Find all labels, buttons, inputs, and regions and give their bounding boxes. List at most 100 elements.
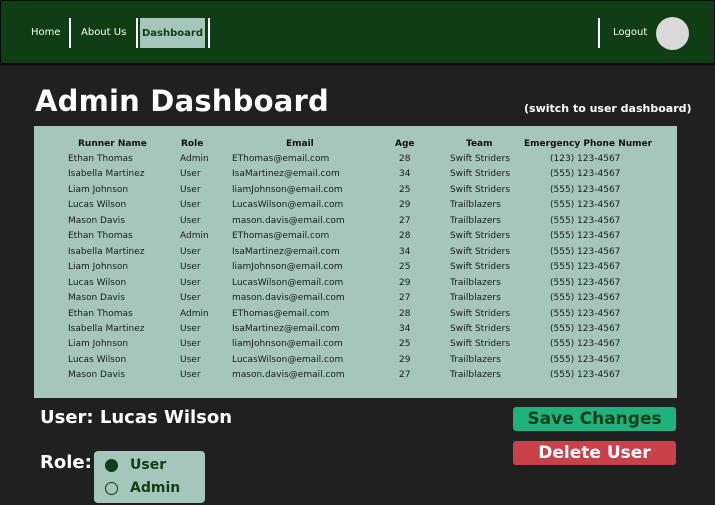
table-row[interactable]: Isabella Martinez User IsaMartinez@email.c… — [34, 322, 677, 337]
table-row[interactable]: Liam Johnson User liamJohnson@email.com 25 S… — [34, 337, 677, 352]
table-row[interactable]: Mason Davis User mason.davis@email.com 27 Tr… — [34, 291, 677, 306]
table-row[interactable]: Liam Johnson User liamJohnson@email.com 25 S… — [34, 260, 677, 275]
cell-name: Ethan Thomas — [68, 308, 133, 319]
cell-role: User — [180, 200, 201, 211]
cell-phone: (555) 123-4567 — [550, 308, 621, 319]
column-header-role[interactable]: Role — [181, 137, 203, 152]
page-title: Admin Dashboard — [35, 84, 329, 118]
cell-name: Liam Johnson — [68, 184, 129, 195]
cell-role: User — [180, 323, 201, 334]
table-header-row: Runner Name Role Email Age Team Emergenc… — [34, 137, 677, 152]
cell-name: Mason Davis — [68, 293, 126, 304]
selected-user-label: User: Lucas Wilson — [40, 407, 233, 428]
column-header-team[interactable]: Team — [466, 137, 493, 152]
nav-divider — [69, 18, 71, 48]
cell-age: 27 — [399, 370, 411, 381]
table-row[interactable]: Ethan Thomas Admin EThomas@email.com 28 Swif… — [34, 307, 677, 322]
logout-link[interactable]: Logout — [613, 1, 647, 63]
cell-phone: (555) 123-4567 — [550, 231, 621, 242]
cell-age: 28 — [399, 308, 411, 319]
cell-name: Mason Davis — [68, 215, 126, 226]
cell-phone: (555) 123-4567 — [550, 200, 621, 211]
cell-email: EThomas@email.com — [232, 231, 330, 242]
table-row[interactable]: Mason Davis User mason.davis@email.com 27 Tr… — [34, 368, 677, 383]
cell-email: LucasWilson@email.com — [232, 200, 344, 211]
cell-team: Trailblazers — [450, 370, 501, 381]
avatar[interactable] — [656, 17, 689, 50]
cell-email: IsaMartinez@email.com — [232, 323, 340, 334]
cell-email: mason.davis@email.com — [232, 370, 345, 381]
cell-name: Lucas Wilson — [68, 200, 127, 211]
cell-email: EThomas@email.com — [232, 308, 330, 319]
table-row[interactable]: Isabella Martinez User IsaMartinez@email.c… — [34, 245, 677, 260]
role-option-admin[interactable]: Admin — [105, 478, 180, 498]
cell-phone: (123) 123-4567 — [550, 154, 621, 164]
radio-admin[interactable] — [105, 481, 118, 495]
table-row[interactable]: Lucas Wilson User LucasWilson@email.com 29 T… — [34, 276, 677, 291]
nav-home-link[interactable]: Home — [31, 1, 61, 63]
save-changes-button[interactable]: Save Changes — [513, 407, 676, 431]
cell-email: LucasWilson@email.com — [232, 354, 344, 365]
cell-age: 34 — [399, 169, 411, 180]
column-header-email[interactable]: Email — [286, 137, 314, 152]
column-header-phone[interactable]: Emergency Phone Numer — [524, 137, 652, 152]
table-row[interactable]: Ethan Thomas Admin EThomas@email.com 28 Swif… — [34, 229, 677, 244]
cell-team: Swift Striders — [450, 184, 511, 195]
cell-email: mason.davis@email.com — [232, 215, 345, 226]
role-option-user[interactable]: User — [105, 455, 166, 475]
nav-dashboard-link[interactable]: Dashboard — [140, 18, 205, 48]
runners-table: Runner Name Role Email Age Team Emergenc… — [34, 126, 677, 398]
role-option-admin-label: Admin — [130, 480, 181, 496]
radio-user[interactable] — [105, 458, 118, 472]
cell-team: Swift Striders — [450, 262, 511, 273]
cell-name: Ethan Thomas — [68, 231, 133, 242]
table-row[interactable]: Mason Davis User mason.davis@email.com 27 Tr… — [34, 214, 677, 229]
table-row[interactable]: Lucas Wilson User LucasWilson@email.com 29 T… — [34, 353, 677, 368]
table-row[interactable]: Lucas Wilson User LucasWilson@email.com 29 T… — [34, 198, 677, 213]
cell-role: User — [180, 215, 201, 226]
cell-role: User — [180, 354, 201, 365]
role-label: Role: — [40, 452, 92, 473]
cell-email: LucasWilson@email.com — [232, 277, 344, 288]
cell-team: Swift Striders — [450, 339, 511, 350]
cell-phone: (555) 123-4567 — [550, 246, 621, 257]
column-header-name[interactable]: Runner Name — [78, 137, 147, 152]
cell-name: Isabella Martinez — [68, 323, 145, 334]
cell-phone: (555) 123-4567 — [550, 277, 621, 288]
cell-name: Liam Johnson — [68, 339, 129, 350]
cell-role: Admin — [180, 308, 209, 319]
role-radio-group: User Admin — [94, 451, 205, 503]
cell-age: 28 — [399, 154, 411, 164]
cell-team: Trailblazers — [450, 200, 501, 211]
cell-team: Trailblazers — [450, 277, 501, 288]
cell-team: Swift Striders — [450, 323, 511, 334]
cell-name: Liam Johnson — [68, 262, 129, 273]
column-header-age[interactable]: Age — [395, 137, 415, 152]
cell-email: liamJohnson@email.com — [232, 184, 343, 195]
cell-age: 25 — [399, 339, 411, 350]
cell-name: Mason Davis — [68, 370, 126, 381]
cell-name: Isabella Martinez — [68, 246, 145, 257]
top-navbar: Home About Us Dashboard Logout — [0, 0, 715, 64]
nav-divider — [136, 18, 138, 48]
cell-phone: (555) 123-4567 — [550, 184, 621, 195]
cell-age: 29 — [399, 354, 411, 365]
table-row[interactable]: Isabella Martinez User IsaMartinez@email.c… — [34, 167, 677, 182]
delete-user-button[interactable]: Delete User — [513, 441, 676, 465]
switch-dashboard-link[interactable]: (switch to user dashboard) — [524, 102, 692, 115]
cell-team: Swift Striders — [450, 308, 511, 319]
cell-name: Lucas Wilson — [68, 354, 127, 365]
cell-email: EThomas@email.com — [232, 154, 330, 164]
cell-role: User — [180, 262, 201, 273]
nav-about-link[interactable]: About Us — [81, 1, 126, 63]
table-row[interactable]: Liam Johnson User liamJohnson@email.com 25 S… — [34, 183, 677, 198]
cell-phone: (555) 123-4567 — [550, 169, 621, 180]
cell-phone: (555) 123-4567 — [550, 293, 621, 304]
table-row[interactable]: Ethan Thomas Admin EThomas@email.com 28 Swif… — [34, 152, 677, 167]
cell-phone: (555) 123-4567 — [550, 370, 621, 381]
cell-age: 29 — [399, 200, 411, 211]
cell-phone: (555) 123-4567 — [550, 354, 621, 365]
cell-email: liamJohnson@email.com — [232, 262, 343, 273]
cell-email: IsaMartinez@email.com — [232, 169, 340, 180]
cell-phone: (555) 123-4567 — [550, 215, 621, 226]
